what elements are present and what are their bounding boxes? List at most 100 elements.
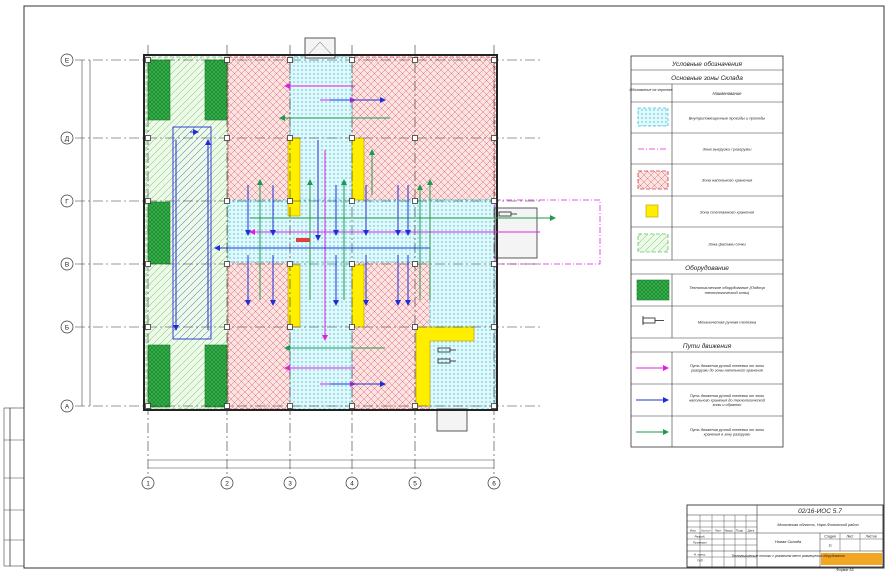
column-node — [412, 198, 418, 204]
rack-storage — [351, 264, 365, 328]
equipment-block — [147, 344, 171, 408]
column-node — [412, 135, 418, 141]
swatch-rack-storage — [645, 204, 659, 218]
col-axis-label: 6 — [492, 480, 496, 487]
column-node — [287, 57, 293, 63]
column-node — [287, 135, 293, 141]
col-axis-label: 2 — [225, 480, 229, 487]
doc-code: 02/16-ИОС 5.7 — [798, 508, 842, 515]
legend-routes-header: Пути движения — [683, 342, 732, 350]
column-node — [287, 261, 293, 267]
col-axis-label: 5 — [413, 480, 417, 487]
sheet-label: Лист — [846, 535, 854, 539]
floor-plan — [143, 37, 601, 432]
equipment-block — [147, 59, 171, 121]
swatch-main-storage — [637, 170, 669, 190]
legend-equipment-header: Оборудование — [685, 264, 729, 272]
row-axis-label: А — [65, 403, 70, 410]
column-node — [145, 198, 151, 204]
column-node — [491, 324, 497, 330]
col-axis-label: 3 — [288, 480, 292, 487]
column-node — [349, 135, 355, 141]
title-block-role: Проверил — [693, 541, 707, 545]
column-node — [224, 57, 230, 63]
column-node — [145, 403, 151, 409]
object-name: Московская область, Наро-Фоминский район — [777, 523, 859, 527]
sheet-title: Новая Склада — [775, 539, 802, 544]
column-node — [491, 135, 497, 141]
title-block-col-label: Изм. — [690, 529, 697, 533]
column-node — [224, 324, 230, 330]
title-block-role: Н. контр. — [694, 553, 707, 557]
title-block-col-label: Подп. — [736, 529, 744, 533]
rack-storage — [351, 137, 365, 201]
legend-col-name: Наименование — [713, 91, 743, 96]
legend-zone-label: Зона фасовки сечки — [708, 241, 746, 246]
title-block-role: Разраб. — [695, 535, 706, 539]
red-marker — [296, 238, 310, 242]
legend-zone-label: Зона напольного хранения — [702, 177, 753, 182]
row-axis-label: Б — [65, 324, 69, 331]
col-axis-label: 4 — [350, 480, 354, 487]
title-block-col-label: Лист — [715, 529, 722, 533]
equipment-block — [204, 344, 228, 408]
legend-zone-label: Внутрипомещенные проезды и проходы — [689, 115, 766, 120]
column-node — [412, 324, 418, 330]
column-node — [349, 403, 355, 409]
column-node — [491, 403, 497, 409]
column-node — [224, 135, 230, 141]
column-node — [491, 57, 497, 63]
column-node — [491, 198, 497, 204]
dock-structure — [494, 207, 538, 259]
column-node — [349, 198, 355, 204]
stage-label: Стадия — [824, 535, 836, 539]
legend-zones-header: Основные зоны Склада — [671, 74, 743, 82]
swatch-passages — [637, 107, 669, 127]
equipment-block — [147, 201, 171, 265]
legend-title: Условные обозначения — [671, 60, 742, 68]
legend-route-label: Путь движения ручной тележки от зоны разг… — [690, 364, 764, 373]
drawing-canvas: Е Д Г В Б А 1 2 3 4 5 6 Условные обозначения Основн… — [3, 5, 885, 572]
legend-equipment-label: Механическая ручная тележка — [698, 319, 757, 324]
legend: Условные обозначения Основные зоны Склад… — [629, 55, 784, 448]
zone-passage-right — [429, 199, 496, 410]
column-node — [287, 324, 293, 330]
sheet-description: Технологические потоки с указанием мест … — [731, 554, 845, 558]
column-node — [145, 324, 151, 330]
column-node — [224, 261, 230, 267]
format-label: Формат А3 — [836, 568, 853, 572]
row-axis-label: В — [65, 261, 69, 268]
title-block-col-label: Дата — [748, 529, 755, 533]
legend-zone-label: Зона стеллажного хранения — [700, 209, 755, 214]
row-axis-label: Е — [65, 57, 70, 64]
equipment-block — [204, 59, 228, 121]
legend-zone-label: Зона выгрузки / разгрузки — [703, 146, 753, 151]
legend-col-symbol: Обозначение на чертеже — [629, 88, 672, 92]
stage-value: П — [829, 543, 832, 548]
column-node — [224, 198, 230, 204]
row-axis-label: Г — [65, 198, 69, 205]
sheets-label: Листов — [865, 535, 876, 539]
column-node — [412, 403, 418, 409]
swatch-tech-equipment — [636, 279, 670, 301]
column-node — [412, 261, 418, 267]
zone-technology — [172, 126, 212, 340]
title-block-role: ГИП — [697, 559, 703, 563]
column-node — [349, 261, 355, 267]
column-node — [412, 57, 418, 63]
column-node — [287, 403, 293, 409]
gate-bottom — [436, 408, 468, 432]
title-block-col-label: Кол.уч — [702, 529, 711, 533]
side-stamp — [3, 407, 25, 567]
column-node — [145, 135, 151, 141]
column-node — [224, 403, 230, 409]
swatch-reserve — [637, 233, 669, 253]
col-axis-label: 1 — [146, 480, 150, 487]
column-node — [349, 324, 355, 330]
column-node — [287, 198, 293, 204]
title-block-col-label: №док. — [725, 529, 734, 533]
column-node — [145, 57, 151, 63]
column-node — [145, 261, 151, 267]
column-node — [349, 57, 355, 63]
column-node — [491, 261, 497, 267]
